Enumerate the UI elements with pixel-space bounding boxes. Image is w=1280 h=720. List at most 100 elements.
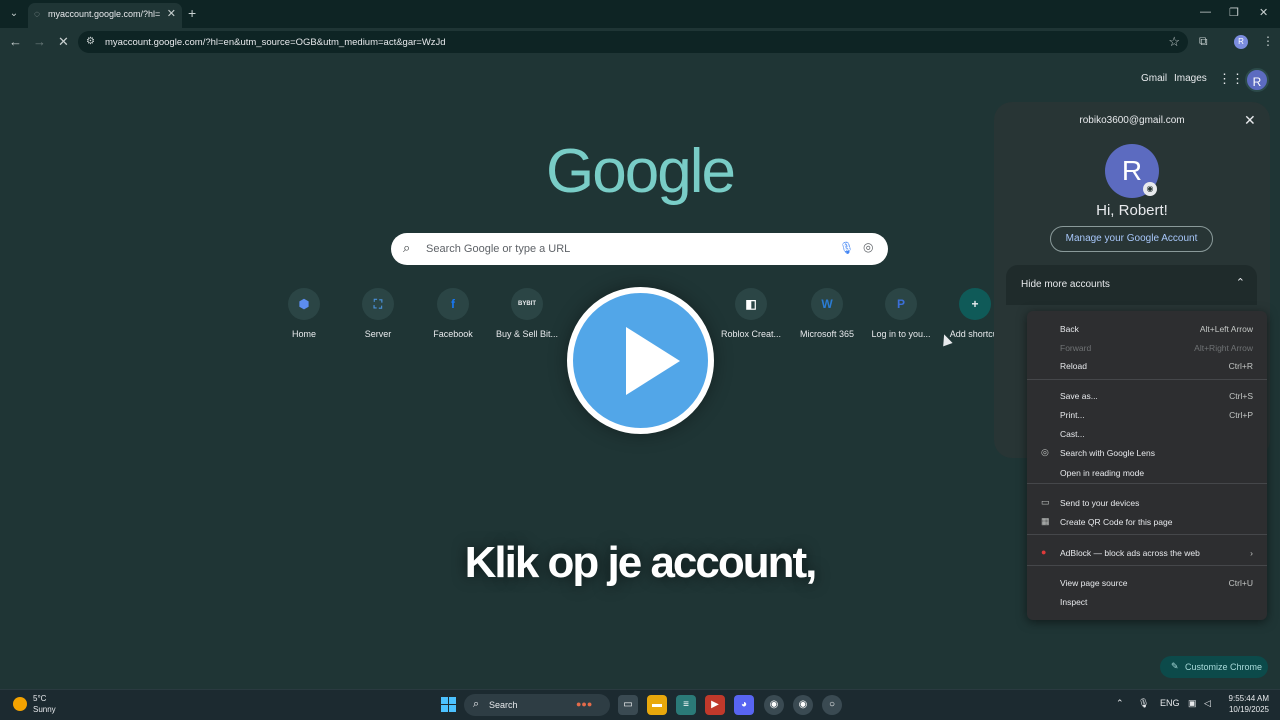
context-menu-label: Inspect (1060, 597, 1088, 607)
google-lens-icon[interactable]: ◎ (863, 240, 873, 254)
weather-condition[interactable]: Sunny (33, 705, 56, 714)
search-icon: ⌕ (403, 240, 411, 255)
video-play-button[interactable] (567, 287, 714, 434)
account-email: robiko3600@gmail.com (1079, 115, 1185, 126)
shortcut-label: Server (364, 329, 392, 339)
hide-more-accounts-toggle[interactable]: Hide more accounts ⌃ (1006, 265, 1257, 305)
context-menu-item[interactable]: ▦ Create QR Code for this page (1027, 514, 1267, 532)
tab-active[interactable]: ◌ myaccount.google.com/?hl=en ✕ (28, 3, 182, 28)
minimize-icon[interactable]: — (1200, 6, 1211, 18)
shortcut-tile[interactable]: ◧ Roblox Creat... (714, 288, 788, 339)
search-box[interactable]: ⌕ Search Google or type a URL 🎙 ◎ (391, 233, 888, 265)
restore-icon[interactable]: ❐ (1229, 6, 1239, 19)
context-menu-item[interactable]: Print... Ctrl+P (1027, 407, 1267, 425)
manage-account-button[interactable]: Manage your Google Account (1050, 226, 1213, 252)
apps-grid-icon[interactable]: ⋮⋮ (1218, 71, 1244, 87)
context-menu-shortcut: Ctrl+P (1229, 410, 1253, 420)
address-bar[interactable]: ⚙ myaccount.google.com/?hl=en&utm_source… (78, 31, 1188, 53)
opera-icon[interactable]: ○ (822, 695, 842, 715)
language-indicator[interactable]: ENG (1160, 698, 1180, 708)
context-menu-item[interactable]: ● AdBlock — block ads across the web › (1027, 545, 1267, 563)
close-panel-icon[interactable]: ✕ (1244, 112, 1256, 129)
weather-temperature[interactable]: 5°C (33, 694, 46, 703)
shortcut-label: Microsoft 365 (799, 329, 855, 339)
context-menu-label: Print... (1060, 410, 1085, 420)
close-window-icon[interactable]: ✕ (1259, 6, 1268, 19)
network-icon[interactable]: ▣ (1188, 698, 1197, 709)
more-accounts-label: Hide more accounts (1021, 279, 1110, 290)
shortcut-icon: BYBIT (511, 288, 543, 320)
clock-time[interactable]: 9:55:44 AM (1227, 694, 1269, 703)
customize-chrome-button[interactable]: ✎ Customize Chrome (1160, 656, 1268, 678)
loading-icon: ◌ (34, 9, 40, 20)
shortcut-glyph-icon: BYBIT (518, 301, 536, 307)
context-menu-item[interactable]: Reload Ctrl+R (1027, 358, 1267, 376)
microphone-icon[interactable]: 🎙 (839, 241, 854, 255)
notepad-icon[interactable]: ≡ (676, 695, 696, 715)
search-highlight-icon: ●●● (576, 699, 593, 709)
context-menu-item[interactable]: ◎ Search with Google Lens (1027, 445, 1267, 463)
start-button-icon[interactable] (441, 697, 456, 712)
context-menu-shortcut: Ctrl+S (1229, 391, 1253, 401)
clock-date[interactable]: 10/19/2025 (1222, 705, 1269, 714)
context-menu-item[interactable]: ▭ Send to your devices (1027, 495, 1267, 513)
sun-icon[interactable] (13, 697, 27, 711)
play-icon (626, 327, 680, 395)
shortcut-label: Log in to you... (871, 329, 931, 339)
tab-search-icon[interactable]: ⌄ (6, 6, 22, 22)
shortcut-label: Buy & Sell Bit... (495, 329, 559, 339)
forward-icon[interactable]: → (33, 34, 46, 49)
context-menu-shortcut: Ctrl+U (1228, 578, 1253, 588)
shortcut-label: Facebook (433, 329, 473, 339)
profile-avatar-icon[interactable]: R (1234, 35, 1248, 49)
stop-loading-icon[interactable]: ✕ (58, 34, 69, 50)
context-menu-item[interactable]: Back Alt+Left Arrow (1027, 321, 1267, 339)
shortcut-tile[interactable]: P Log in to you... (864, 288, 938, 339)
menu-kebab-icon[interactable]: ⋮ (1262, 34, 1274, 48)
file-explorer-icon[interactable]: ▬ (647, 695, 667, 715)
task-view-icon[interactable]: ▭ (618, 695, 638, 715)
devices-icon: ▭ (1041, 497, 1050, 507)
shortcut-glyph-icon: ⬢ (298, 297, 310, 311)
search-icon: ⌕ (473, 698, 480, 710)
shortcut-glyph-icon: ⛶ (373, 297, 383, 311)
address-url: myaccount.google.com/?hl=en&utm_source=O… (105, 37, 446, 48)
bookmark-star-icon[interactable]: ☆ (1168, 34, 1180, 50)
chrome-profile-icon[interactable]: ◉ (793, 695, 813, 715)
volume-icon[interactable]: ◁ (1204, 698, 1211, 709)
account-greeting: Hi, Robert! (1096, 202, 1168, 219)
new-tab-icon[interactable]: + (188, 5, 196, 21)
shortcut-tile[interactable]: ⬢ Home (267, 288, 341, 339)
tab-close-icon[interactable]: ✕ (167, 7, 176, 20)
lens-icon: ◎ (1041, 447, 1049, 457)
context-menu-item[interactable]: Open in reading mode (1027, 465, 1267, 483)
menu-separator (1027, 483, 1267, 484)
tray-chevron-icon[interactable]: ⌃ (1116, 698, 1124, 709)
recorder-icon[interactable]: ▶ (705, 695, 725, 715)
context-menu-item[interactable]: Cast... (1027, 426, 1267, 444)
shortcut-tile[interactable]: ⛶ Server (341, 288, 415, 339)
shortcut-label: Roblox Creat... (720, 329, 782, 339)
gmail-link[interactable]: Gmail (1141, 73, 1167, 84)
context-menu-item[interactable]: Inspect (1027, 594, 1267, 612)
site-info-icon[interactable]: ⚙ (86, 36, 95, 47)
tray-mic-icon[interactable]: 🎙 (1138, 698, 1149, 709)
shortcut-tile[interactable]: BYBIT Buy & Sell Bit... (490, 288, 564, 339)
extensions-icon[interactable]: ⧉ (1199, 34, 1208, 49)
menu-separator (1027, 534, 1267, 535)
camera-icon[interactable]: ◉ (1143, 182, 1157, 196)
shortcut-tile[interactable]: W Microsoft 365 (790, 288, 864, 339)
account-avatar[interactable]: R (1245, 68, 1269, 92)
shortcut-tile[interactable]: f Facebook (416, 288, 490, 339)
back-icon[interactable]: ← (9, 34, 22, 49)
chrome-icon[interactable]: ◉ (764, 695, 784, 715)
context-menu-item[interactable]: View page source Ctrl+U (1027, 575, 1267, 593)
taskbar-search[interactable]: ⌕ Search ●●● (464, 694, 610, 716)
discord-icon[interactable]: ◕ (734, 695, 754, 715)
shortcut-glyph-icon: P (896, 297, 905, 311)
tab-strip: ⌄ ◌ myaccount.google.com/?hl=en ✕ + — ❐ … (0, 0, 1280, 28)
images-link[interactable]: Images (1174, 73, 1207, 84)
context-menu-item[interactable]: Save as... Ctrl+S (1027, 388, 1267, 406)
search-placeholder: Search Google or type a URL (426, 243, 571, 255)
pencil-icon: ✎ (1171, 661, 1179, 671)
